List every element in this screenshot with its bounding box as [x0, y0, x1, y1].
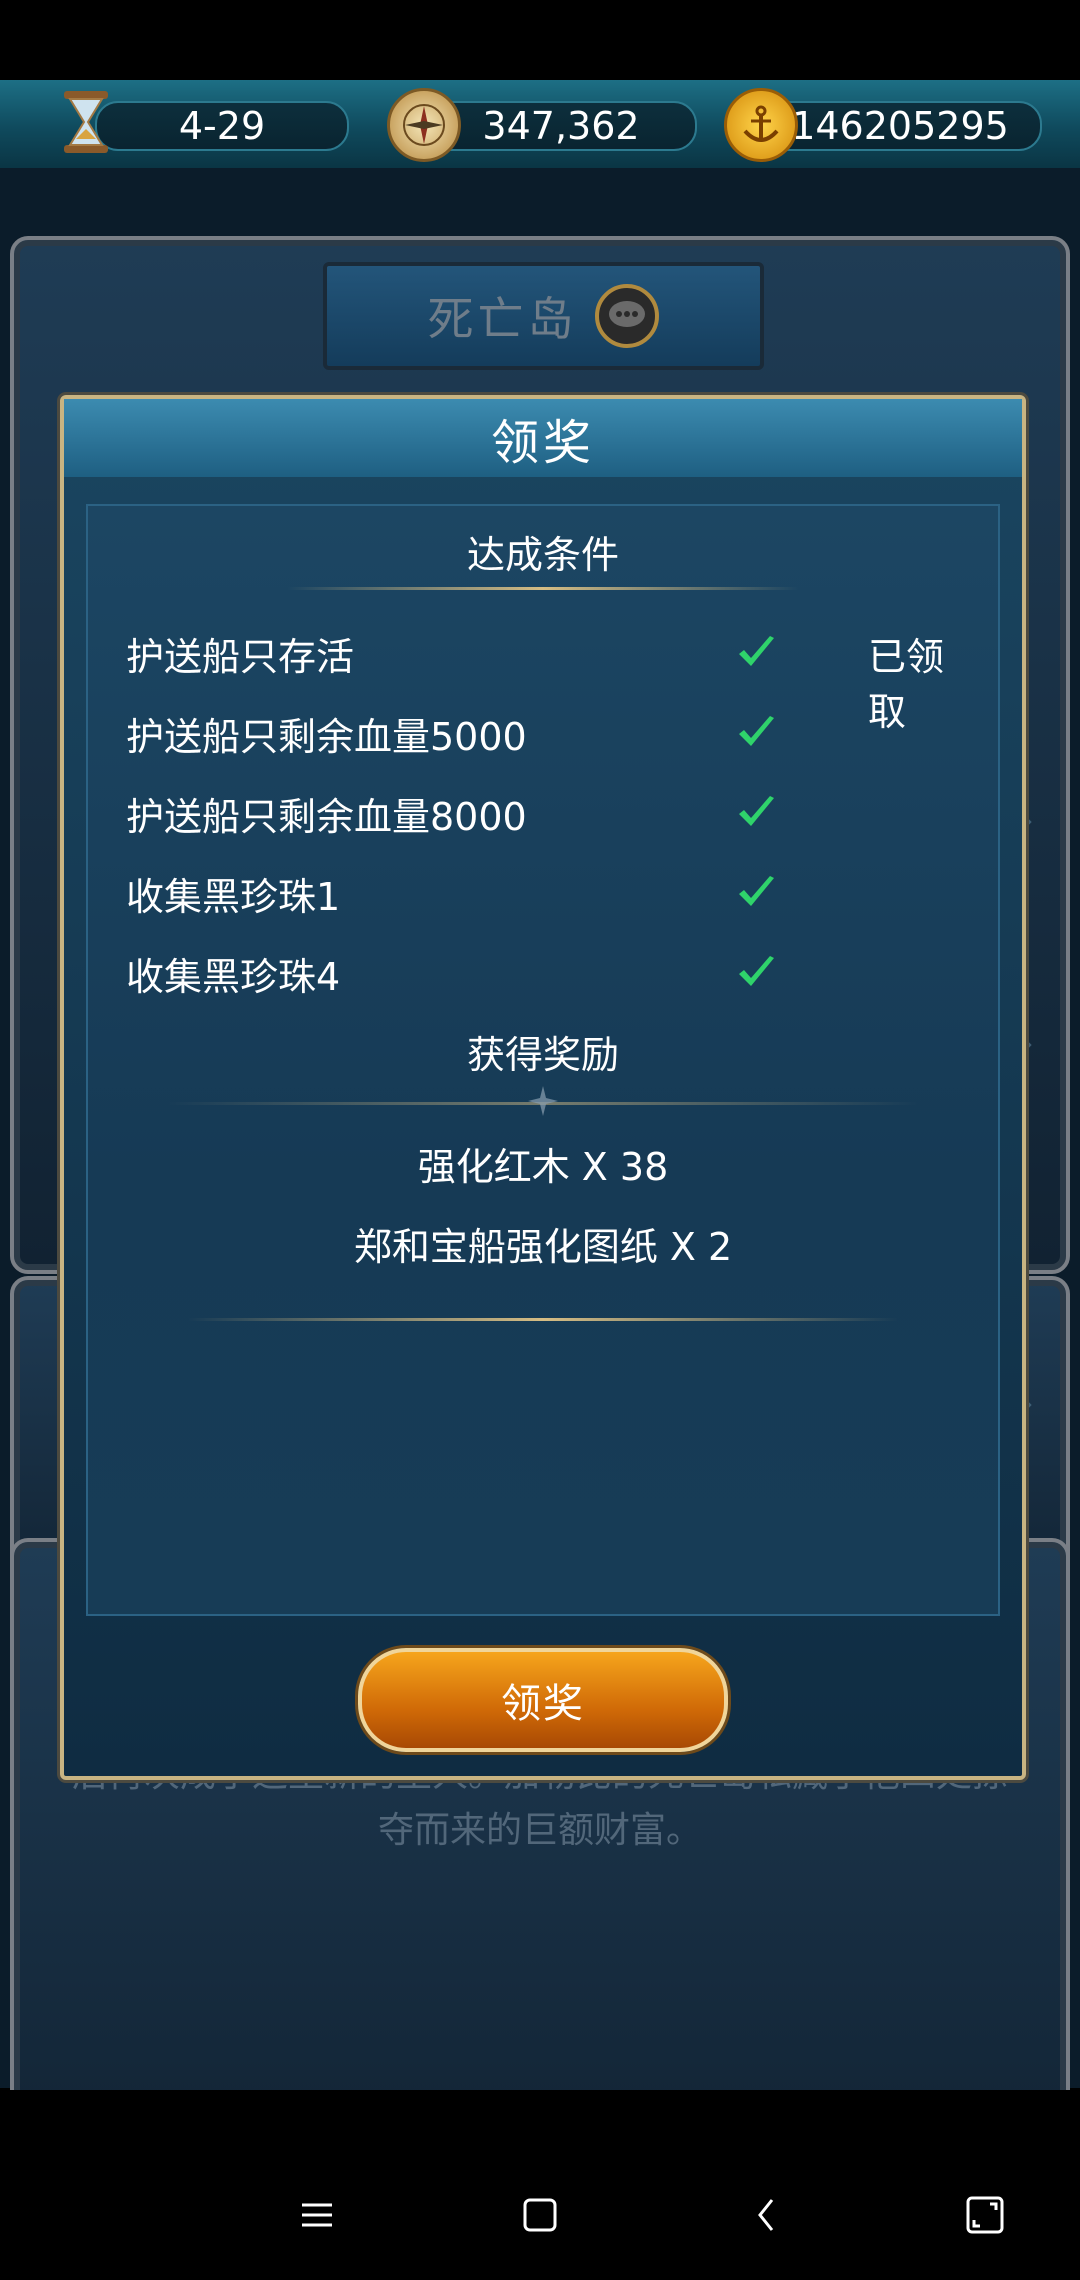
level-title-banner: 死亡岛 — [323, 262, 764, 370]
reward-dialog: 领奖 达成条件 护送船只存活 已领取 护送船只剩余血量5000 护送船只剩余血量… — [60, 395, 1026, 1780]
dialog-title: 领奖 — [490, 415, 595, 471]
gold-value: 146205295 — [791, 104, 1009, 148]
condition-row: 护送船只剩余血量8000 — [126, 786, 956, 846]
status-bar — [0, 0, 1080, 80]
back-icon[interactable] — [742, 2190, 792, 2240]
level-title: 死亡岛 — [427, 292, 578, 346]
conditions-title: 达成条件 — [466, 533, 619, 577]
condition-row: 收集黑珍珠4 — [126, 946, 956, 1006]
conditions-divider — [288, 587, 798, 590]
rewards-title: 获得奖励 — [466, 1033, 619, 1077]
dialog-content: 达成条件 护送船只存活 已领取 护送船只剩余血量5000 护送船只剩余血量800… — [86, 504, 1000, 1616]
screen-resize-icon[interactable] — [960, 2190, 1010, 2240]
compass-value: 347,362 — [482, 104, 640, 148]
home-icon[interactable] — [515, 2190, 565, 2240]
resource-bar: 4-29 347,362 146205295 — [0, 80, 1080, 171]
condition-label: 护送船只剩余血量8000 — [126, 795, 527, 839]
condition-label: 护送船只剩余血量5000 — [126, 715, 527, 759]
check-icon — [739, 716, 774, 746]
reward-item: 郑和宝船强化图纸 X 2 — [353, 1225, 733, 1269]
chat-bubble-icon[interactable] — [594, 283, 660, 349]
condition-label: 收集黑珍珠4 — [126, 955, 341, 999]
condition-label: 护送船只存活 — [126, 635, 355, 679]
dialog-header: 领奖 — [64, 399, 1022, 477]
claim-reward-button[interactable]: 领奖 — [358, 1648, 728, 1752]
gold-counter: 146205295 — [758, 101, 1042, 151]
reward-item: 强化红木 X 38 — [417, 1145, 669, 1189]
check-icon — [739, 956, 774, 986]
rewards-bottom-divider — [188, 1318, 898, 1321]
gold-anchor-coin-icon — [724, 88, 798, 162]
fleur-ornament-icon — [528, 1086, 558, 1116]
condition-row: 护送船只剩余血量5000 — [126, 706, 956, 766]
time-value: 4-29 — [178, 104, 266, 148]
compass-counter: 347,362 — [425, 101, 697, 151]
check-icon — [739, 636, 774, 666]
compass-icon — [387, 88, 461, 162]
check-icon — [739, 796, 774, 826]
condition-row: 护送船只存活 已领取 — [126, 626, 956, 734]
menu-icon[interactable] — [292, 2190, 342, 2240]
hourglass-icon — [52, 88, 120, 156]
condition-label: 收集黑珍珠1 — [126, 875, 341, 919]
time-counter: 4-29 — [95, 101, 349, 151]
check-icon — [739, 876, 774, 906]
condition-row: 收集黑珍珠1 — [126, 866, 956, 926]
navigation-bar — [0, 2090, 1080, 2280]
